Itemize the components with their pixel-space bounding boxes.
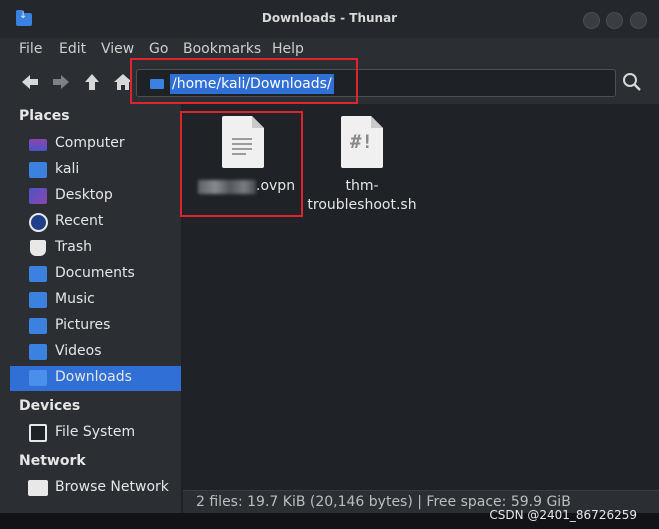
menu-help[interactable]: Help [272, 41, 304, 57]
close-button[interactable] [630, 12, 647, 29]
watermark: CSDN @2401_86726259 [489, 508, 637, 522]
menu-edit[interactable]: Edit [59, 41, 86, 57]
thunar-window: Downloads - Thunar File Edit View Go Boo… [0, 0, 659, 529]
documents-folder-icon [29, 266, 47, 282]
sidebar-item-recent[interactable]: Recent [10, 210, 181, 235]
script-file-icon[interactable]: #! [341, 116, 383, 168]
sidebar-item-trash[interactable]: Trash [10, 236, 181, 261]
computer-icon [29, 139, 47, 151]
menu-view[interactable]: View [101, 41, 134, 57]
sidebar-item-label: Browse Network [55, 479, 169, 495]
sidebar-item-documents[interactable]: Documents [10, 262, 181, 287]
network-icon [28, 480, 48, 496]
maximize-button[interactable] [606, 12, 623, 29]
sidebar-item-computer[interactable]: Computer [10, 132, 181, 157]
sidebar-item-label: Desktop [55, 187, 113, 203]
highlight-box [130, 58, 358, 104]
sidebar-item-file-system[interactable]: File System [10, 421, 181, 446]
sidebar-item-music[interactable]: Music [10, 288, 181, 313]
title-bar[interactable]: Downloads - Thunar [0, 0, 659, 38]
sidebar-item-label: Trash [55, 239, 92, 255]
section-network: Network [19, 453, 86, 469]
section-places: Places [19, 108, 70, 124]
sidebar-item-label: Music [55, 291, 95, 307]
section-devices: Devices [19, 398, 81, 414]
sidebar-item-label: File System [55, 424, 136, 440]
sidebar: Places Computer kali Desktop Recent Tras… [10, 104, 181, 513]
sidebar-item-videos[interactable]: Videos [10, 340, 181, 365]
drive-icon [29, 424, 47, 442]
videos-folder-icon [29, 344, 47, 360]
sidebar-item-label: Videos [55, 343, 102, 359]
recent-icon [29, 213, 48, 232]
back-arrow-icon[interactable] [19, 71, 41, 93]
file-name-line2[interactable]: troubleshoot.sh [306, 197, 418, 213]
sidebar-item-desktop[interactable]: Desktop [10, 184, 181, 209]
menu-go[interactable]: Go [149, 41, 168, 57]
desktop-icon [29, 188, 47, 204]
highlight-box [180, 111, 303, 217]
trash-icon [30, 240, 46, 256]
menu-bookmarks[interactable]: Bookmarks [183, 41, 261, 57]
up-arrow-icon[interactable] [81, 71, 103, 93]
menu-file[interactable]: File [19, 41, 42, 57]
search-icon[interactable] [622, 72, 642, 92]
home-folder-icon [29, 162, 47, 178]
file-name-line1[interactable]: thm- [310, 178, 414, 194]
downloads-folder-icon [29, 370, 47, 386]
minimize-button[interactable] [583, 12, 600, 29]
forward-arrow-icon[interactable] [50, 71, 72, 93]
music-folder-icon [29, 292, 47, 308]
sidebar-item-kali[interactable]: kali [10, 158, 181, 183]
sidebar-item-downloads[interactable]: Downloads [10, 366, 181, 391]
sidebar-item-label: Pictures [55, 317, 111, 333]
pictures-folder-icon [29, 318, 47, 334]
sidebar-item-label: Documents [55, 265, 135, 281]
sidebar-item-browse-network[interactable]: Browse Network [10, 476, 181, 501]
sidebar-item-label: kali [55, 161, 80, 177]
sidebar-item-pictures[interactable]: Pictures [10, 314, 181, 339]
sidebar-item-label: Computer [55, 135, 125, 151]
sidebar-item-label: Recent [55, 213, 104, 229]
sidebar-item-label: Downloads [55, 369, 132, 385]
window-title: Downloads - Thunar [261, 11, 398, 25]
